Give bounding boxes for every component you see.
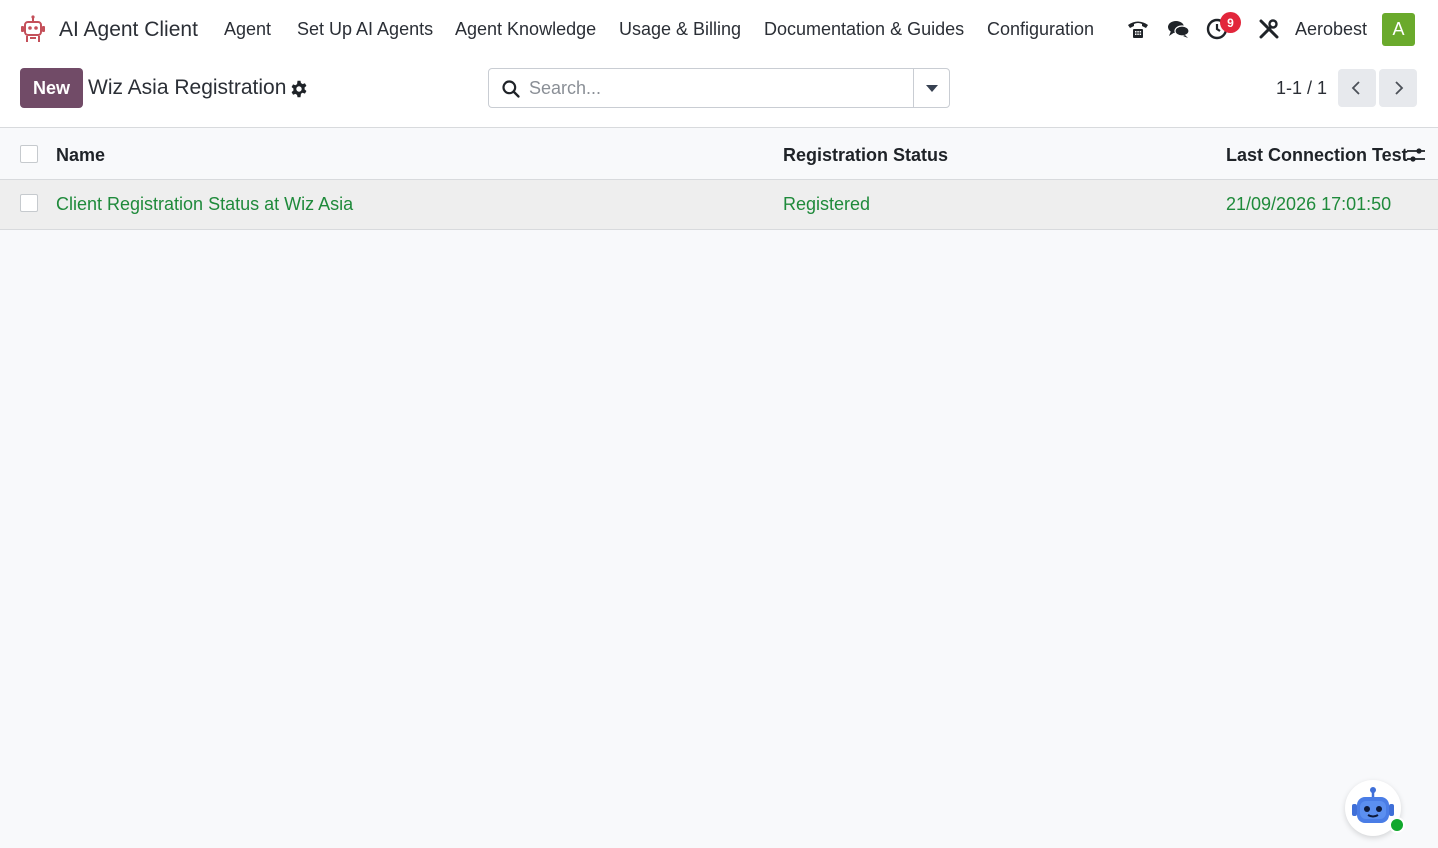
list-header: Name Registration Status Last Connection…	[0, 129, 1438, 180]
chevron-right-icon	[1395, 81, 1404, 95]
table-row[interactable]: Client Registration Status at Wiz Asia R…	[0, 180, 1438, 230]
activity-count-badge: 9	[1220, 12, 1241, 33]
menu-configuration[interactable]: Configuration	[987, 19, 1094, 40]
search-options-toggle[interactable]	[913, 69, 949, 107]
user-avatar[interactable]: A	[1382, 13, 1415, 46]
sliders-icon[interactable]	[1406, 145, 1426, 165]
top-navbar: AI Agent Client Agent Set Up AI Agents A…	[0, 0, 1438, 58]
column-header-registration-status[interactable]: Registration Status	[783, 145, 948, 166]
pager-value[interactable]: 1-1 / 1	[1276, 78, 1327, 99]
app-title[interactable]: AI Agent Client	[59, 18, 198, 42]
select-all-checkbox[interactable]	[20, 145, 38, 163]
search-icon	[502, 80, 520, 98]
page-title: Wiz Asia Registration	[88, 76, 287, 99]
gear-icon[interactable]	[290, 80, 308, 98]
chevron-left-icon	[1351, 81, 1360, 95]
app-logo-icon[interactable]	[17, 14, 49, 46]
search-input[interactable]	[529, 75, 899, 101]
new-button[interactable]: New	[20, 68, 83, 108]
online-status-dot	[1389, 817, 1405, 833]
menu-documentation-guides[interactable]: Documentation & Guides	[764, 19, 964, 40]
menu-set-up-ai-agents[interactable]: Set Up AI Agents	[297, 19, 433, 40]
company-name[interactable]: Aerobest	[1295, 19, 1367, 40]
menu-usage-billing[interactable]: Usage & Billing	[619, 19, 741, 40]
caret-down-icon	[925, 84, 938, 92]
menu-agent-knowledge[interactable]: Agent Knowledge	[455, 19, 596, 40]
search-box	[488, 68, 950, 108]
control-panel: New Wiz Asia Registration 1-1 / 1	[0, 58, 1438, 128]
chat-icon[interactable]	[1166, 17, 1190, 41]
phone-icon[interactable]	[1126, 17, 1150, 41]
row-name[interactable]: Client Registration Status at Wiz Asia	[56, 194, 353, 215]
row-last-connection-test[interactable]: 21/09/2026 17:01:50	[1226, 194, 1391, 215]
pager-next-button[interactable]	[1379, 69, 1417, 107]
column-header-last-connection-test[interactable]: Last Connection Test	[1226, 145, 1408, 166]
row-registration-status[interactable]: Registered	[783, 194, 870, 215]
tools-icon[interactable]	[1257, 17, 1281, 41]
menu-agent[interactable]: Agent	[224, 19, 271, 40]
row-checkbox[interactable]	[20, 194, 38, 212]
pager-previous-button[interactable]	[1338, 69, 1376, 107]
column-header-name[interactable]: Name	[56, 145, 105, 166]
